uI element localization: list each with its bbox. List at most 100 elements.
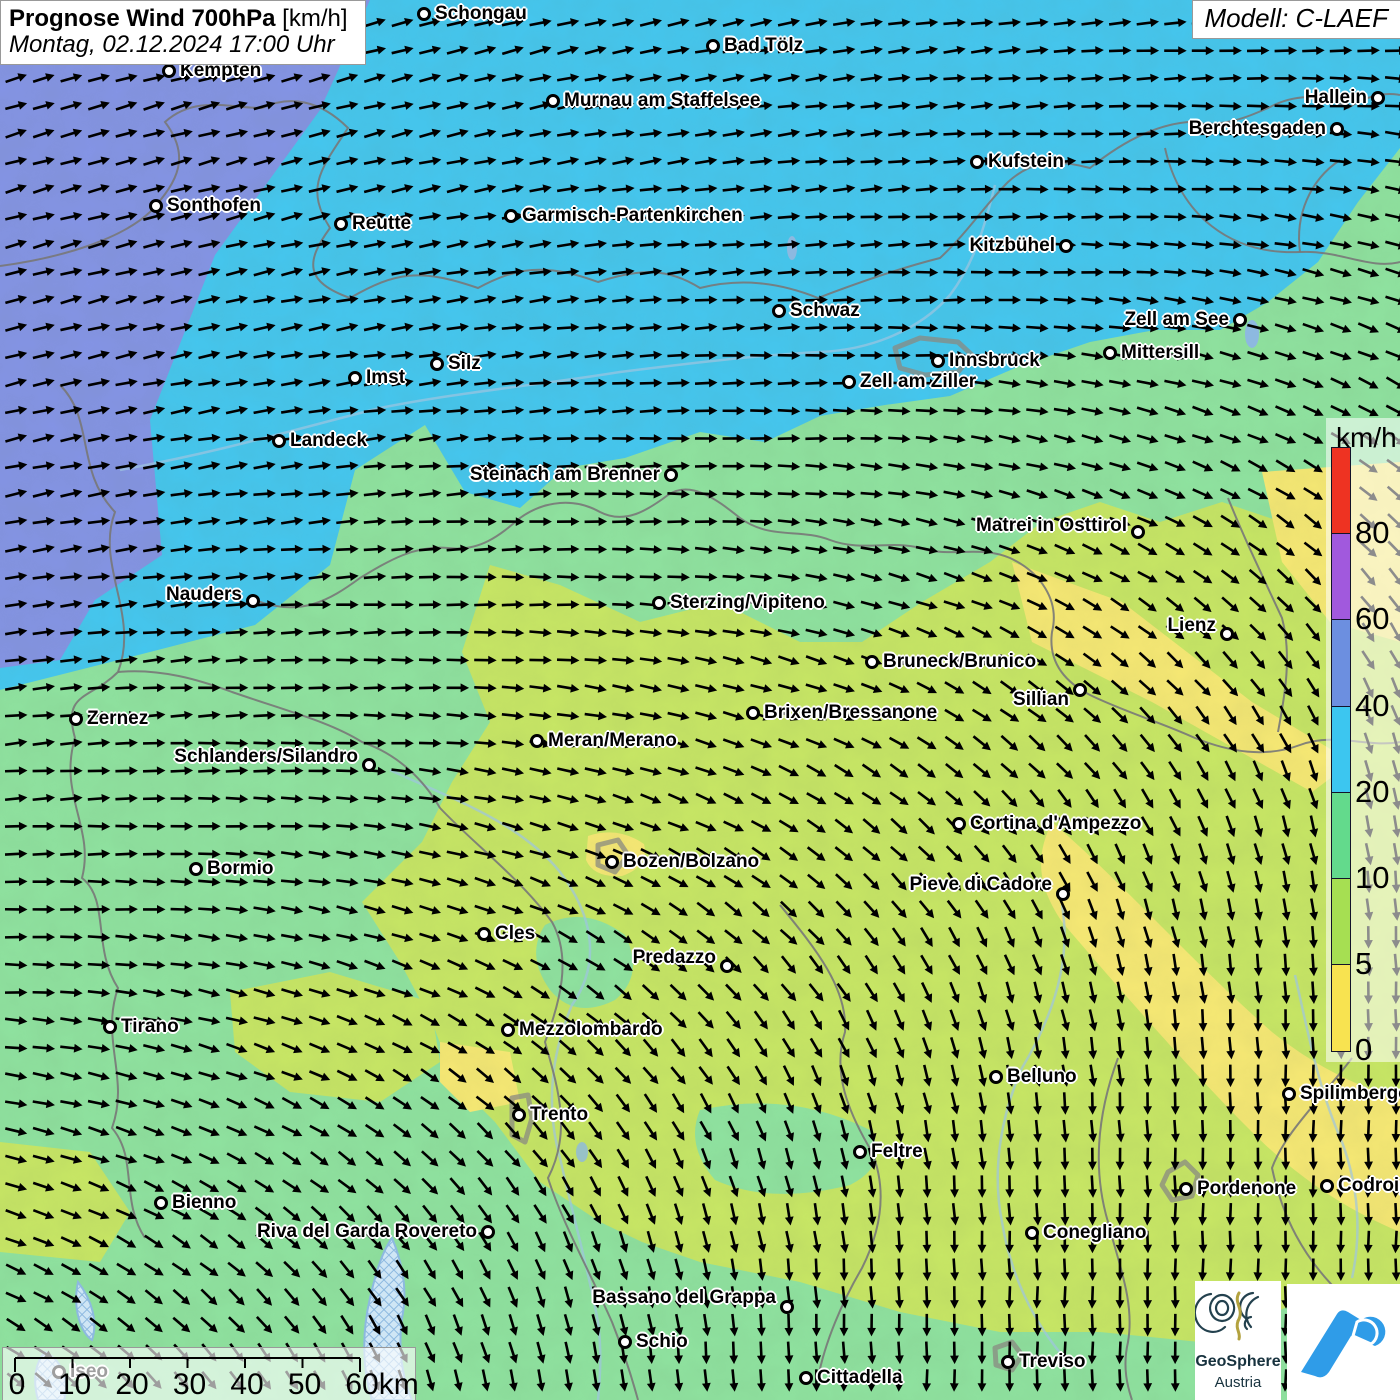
legend-tick-label: 5 — [1355, 946, 1372, 982]
city-dot-icon — [430, 357, 444, 371]
city-label: Murnau am Staffelsee — [564, 90, 760, 112]
city-dot-icon — [154, 1196, 168, 1210]
city-label: Conegliano — [1043, 1222, 1146, 1244]
city-dot-icon — [246, 594, 260, 608]
geosphere-logo-box: GeoSphere Austria — [1195, 1281, 1281, 1400]
weather-app-logo-box — [1287, 1284, 1400, 1400]
city-dot-icon — [989, 1070, 1003, 1084]
city-marker-bormio: Bormio — [189, 862, 203, 876]
city-dot-icon — [512, 1108, 526, 1122]
city-label: Spilimbergo — [1300, 1083, 1400, 1105]
city-dot-icon — [720, 959, 734, 973]
city-label: Zell am See — [1124, 309, 1229, 331]
city-dot-icon — [504, 209, 518, 223]
geosphere-logo-icon — [1195, 1281, 1281, 1351]
city-dot-icon — [149, 199, 163, 213]
wind-forecast-map: SchongauBad TölzKemptenMurnau am Staffel… — [0, 0, 1400, 1400]
city-dot-icon — [272, 434, 286, 448]
city-label: Matrei in Osttirol — [976, 515, 1127, 537]
city-marker-bad-t-lz: Bad Tölz — [706, 39, 720, 53]
city-marker-bruneck-brunico: Bruneck/Brunico — [865, 655, 879, 669]
lake — [576, 1142, 588, 1162]
city-marker-trento: Trento — [512, 1108, 526, 1122]
city-marker-mezzolombardo: Mezzolombardo — [501, 1023, 515, 1037]
city-marker-matrei-in-osttirol: Matrei in Osttirol — [1131, 525, 1145, 539]
city-dot-icon — [162, 64, 176, 78]
city-label: Kitzbühel — [970, 235, 1056, 257]
city-label: Bozen/Bolzano — [623, 851, 759, 873]
city-dot-icon — [652, 596, 666, 610]
city-label: Schio — [636, 1331, 688, 1353]
legend-tick-label: 40 — [1355, 688, 1389, 724]
city-dot-icon — [842, 375, 856, 389]
model-label: Modell: C-LAEF — [1205, 3, 1389, 34]
city-dot-icon — [706, 39, 720, 53]
city-label: Nauders — [166, 584, 242, 606]
lake — [787, 236, 797, 260]
map-title-box: Prognose Wind 700hPa [km/h] Montag, 02.1… — [0, 0, 366, 65]
legend-tick-label: 10 — [1355, 860, 1389, 896]
city-dot-icon — [1131, 525, 1145, 539]
city-marker-tirano: Tirano — [103, 1020, 117, 1034]
city-marker-murnau-am-staffelsee: Murnau am Staffelsee — [546, 94, 560, 108]
city-marker-lienz: Lienz — [1220, 627, 1234, 641]
city-dot-icon — [417, 7, 431, 21]
city-marker-cles: Cles — [477, 927, 491, 941]
legend-band-60 — [1331, 533, 1351, 621]
title-unit: [km/h] — [276, 5, 348, 32]
city-marker-imst: Imst — [348, 371, 362, 385]
city-label: Garmisch-Partenkirchen — [522, 205, 743, 227]
city-dot-icon — [477, 927, 491, 941]
city-dot-icon — [1371, 91, 1385, 105]
legend-tick-label: 0 — [1355, 1032, 1372, 1068]
city-marker-cittadella: Cittadella — [799, 1371, 813, 1385]
geosphere-logo-country: Austria — [1195, 1374, 1281, 1391]
city-dot-icon — [1001, 1355, 1015, 1369]
valid-time: Montag, 02.12.2024 17:00 Uhr — [9, 32, 355, 58]
city-label: Cles — [495, 923, 535, 945]
city-marker-mittersill: Mittersill — [1103, 346, 1117, 360]
legend-band-10 — [1331, 792, 1351, 880]
scalebar-label: 60km — [345, 1368, 418, 1400]
city-label: Predazzo — [633, 947, 716, 969]
city-label: Kufstein — [988, 151, 1064, 173]
legend-band-20 — [1331, 706, 1351, 794]
city-marker-berchtesgaden: Berchtesgaden — [1330, 122, 1344, 136]
legend-tick-label: 80 — [1355, 515, 1389, 551]
city-dot-icon — [1059, 239, 1073, 253]
scalebar-label: 40 — [230, 1368, 263, 1400]
city-label: Zell am Ziller — [860, 371, 976, 393]
city-label: Pieve di Cadore — [909, 874, 1052, 896]
city-dot-icon — [348, 371, 362, 385]
city-dot-icon — [1025, 1226, 1039, 1240]
city-marker-schlanders-silandro: Schlanders/Silandro — [362, 758, 376, 772]
city-dot-icon — [481, 1225, 495, 1239]
city-marker-nauders: Nauders — [246, 594, 260, 608]
city-marker-meran-merano: Meran/Merano — [530, 734, 544, 748]
city-dot-icon — [1330, 122, 1344, 136]
city-label: Steinach am Brenner — [470, 464, 660, 486]
city-label: Reutte — [352, 213, 411, 235]
city-label: Trento — [530, 1104, 588, 1126]
city-marker-bienno: Bienno — [154, 1196, 168, 1210]
city-marker-kufstein: Kufstein — [970, 155, 984, 169]
legend-band-0 — [1331, 964, 1351, 1052]
city-label: Berchtesgaden — [1189, 118, 1326, 140]
city-label: Schlanders/Silandro — [174, 746, 358, 768]
city-marker-schio: Schio — [618, 1335, 632, 1349]
city-label: Mezzolombardo — [519, 1019, 663, 1041]
city-label: Tirano — [121, 1016, 179, 1038]
city-marker-conegliano: Conegliano — [1025, 1226, 1039, 1240]
city-dot-icon — [865, 655, 879, 669]
color-legend: km/h 806040201050 — [1326, 418, 1400, 1062]
city-label: Treviso — [1019, 1351, 1086, 1373]
geosphere-logo-name: GeoSphere — [1195, 1353, 1281, 1371]
city-dot-icon — [1179, 1182, 1193, 1196]
city-marker-pordenone: Pordenone — [1179, 1182, 1193, 1196]
city-label: Bormio — [207, 858, 274, 880]
city-label: Mittersill — [1121, 342, 1199, 364]
city-dot-icon — [799, 1371, 813, 1385]
city-dot-icon — [69, 712, 83, 726]
city-dot-icon — [1233, 313, 1247, 327]
scalebar-label: 10 — [58, 1368, 91, 1400]
